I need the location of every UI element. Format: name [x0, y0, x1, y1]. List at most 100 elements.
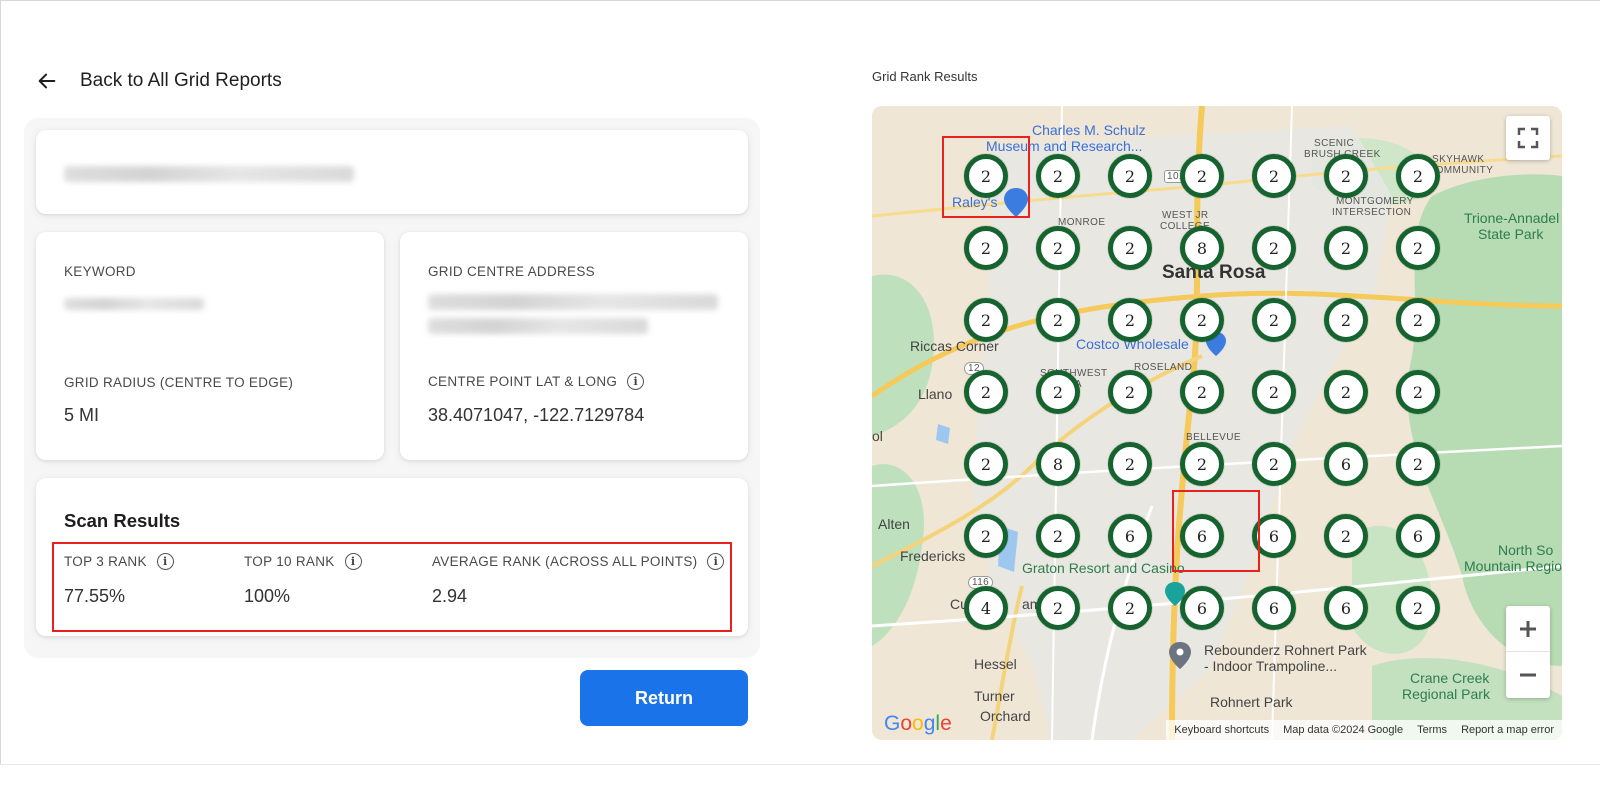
rank-marker-r2-c1[interactable]: 2 — [964, 226, 1008, 270]
rank-marker-r3-c3[interactable]: 2 — [1108, 298, 1152, 342]
map-label: Graton Resort and Casino — [1022, 560, 1185, 576]
rank-marker-r4-c6[interactable]: 2 — [1324, 370, 1368, 414]
map-label: INTERSECTION — [1332, 207, 1412, 218]
map-label: ol — [872, 428, 883, 444]
rank-marker-r4-c7[interactable]: 2 — [1396, 370, 1440, 414]
marker-highlight-top-left — [942, 136, 1030, 218]
rank-marker-r4-c3[interactable]: 2 — [1108, 370, 1152, 414]
plus-icon — [1520, 620, 1536, 637]
address-label: GRID CENTRE ADDRESS — [428, 264, 595, 279]
rank-marker-r5-c3[interactable]: 2 — [1108, 442, 1152, 486]
keyboard-shortcuts-link[interactable]: Keyboard shortcuts — [1174, 724, 1269, 736]
map-label: Trione-Annadel — [1464, 210, 1560, 226]
rank-marker-r7-c7[interactable]: 2 — [1396, 586, 1440, 630]
rank-marker-r5-c2[interactable]: 8 — [1036, 442, 1080, 486]
address-card: GRID CENTRE ADDRESS CENTRE POINT LAT & L… — [400, 232, 748, 460]
back-link-label: Back to All Grid Reports — [80, 70, 282, 91]
map-label: WEST JR — [1162, 210, 1209, 221]
rank-marker-r1-c6[interactable]: 2 — [1324, 154, 1368, 198]
keyword-label: KEYWORD — [64, 264, 136, 279]
latlong-label: CENTRE POINT LAT & LONG — [428, 374, 618, 389]
fullscreen-icon — [1517, 127, 1539, 149]
map-label: Fredericks — [900, 548, 966, 564]
minus-icon — [1520, 673, 1536, 677]
rank-marker-r2-c5[interactable]: 2 — [1252, 226, 1296, 270]
rank-marker-r5-c1[interactable]: 2 — [964, 442, 1008, 486]
keyword-card: KEYWORD GRID RADIUS (CENTRE TO EDGE) 5 M… — [36, 232, 384, 460]
rank-marker-r7-c1[interactable]: 4 — [964, 586, 1008, 630]
map-label: Mountain Regiona — [1464, 558, 1562, 574]
scan-results-title: Scan Results — [64, 510, 181, 531]
map-label: Turner — [974, 688, 1015, 704]
map-label: SCENIC — [1314, 138, 1355, 149]
info-icon[interactable]: i — [627, 373, 645, 390]
rank-marker-r4-c2[interactable]: 2 — [1036, 370, 1080, 414]
rank-marker-r2-c6[interactable]: 2 — [1324, 226, 1368, 270]
map-label: Hessel — [974, 656, 1017, 672]
arrow-left-icon — [38, 73, 56, 89]
rank-marker-r3-c6[interactable]: 2 — [1324, 298, 1368, 342]
marker-highlight-center — [1172, 490, 1260, 572]
rank-marker-r6-c2[interactable]: 2 — [1036, 514, 1080, 558]
rank-marker-r3-c2[interactable]: 2 — [1036, 298, 1080, 342]
fullscreen-button[interactable] — [1506, 116, 1550, 160]
map-label: Orchard — [980, 708, 1031, 724]
rank-marker-r4-c4[interactable]: 2 — [1180, 370, 1224, 414]
map-title: Grid Rank Results — [872, 69, 978, 84]
redacted-business-name — [64, 166, 354, 182]
rank-marker-r3-c1[interactable]: 2 — [964, 298, 1008, 342]
rank-marker-r7-c3[interactable]: 2 — [1108, 586, 1152, 630]
terms-link[interactable]: Terms — [1417, 724, 1447, 736]
latlong-label-row: CENTRE POINT LAT & LONG i — [428, 373, 645, 390]
rank-marker-r1-c2[interactable]: 2 — [1036, 154, 1080, 198]
rank-marker-r3-c7[interactable]: 2 — [1396, 298, 1440, 342]
zoom-in-button[interactable] — [1506, 606, 1550, 652]
map-label: Rebounderz Rohnert Park — [1204, 642, 1367, 658]
rank-marker-r1-c5[interactable]: 2 — [1252, 154, 1296, 198]
rank-marker-r6-c7[interactable]: 6 — [1396, 514, 1440, 558]
rank-marker-r1-c3[interactable]: 2 — [1108, 154, 1152, 198]
rank-marker-r5-c7[interactable]: 2 — [1396, 442, 1440, 486]
rank-marker-r3-c5[interactable]: 2 — [1252, 298, 1296, 342]
back-link[interactable]: Back to All Grid Reports — [36, 66, 282, 96]
return-button[interactable]: Return — [580, 670, 748, 726]
rank-marker-r2-c4[interactable]: 8 — [1180, 226, 1224, 270]
rank-marker-r2-c3[interactable]: 2 — [1108, 226, 1152, 270]
map-label: Charles M. Schulz — [1032, 122, 1146, 138]
map-label: BELLEVUE — [1186, 432, 1241, 443]
redacted-address-line-1 — [428, 294, 718, 310]
business-card — [36, 130, 748, 214]
scan-results-highlight — [52, 542, 732, 632]
rank-marker-r7-c2[interactable]: 2 — [1036, 586, 1080, 630]
rank-marker-r7-c4[interactable]: 6 — [1180, 586, 1224, 630]
map-data-text: Map data ©2024 Google — [1283, 724, 1404, 736]
rank-marker-r6-c3[interactable]: 6 — [1108, 514, 1152, 558]
rank-marker-r1-c7[interactable]: 2 — [1396, 154, 1440, 198]
map-label: Alten — [878, 516, 910, 532]
map-attribution: Keyboard shortcuts Map data ©2024 Google… — [1166, 720, 1562, 740]
google-logo: Google — [884, 712, 952, 735]
map-label: Regional Park — [1402, 686, 1490, 702]
rank-marker-r5-c4[interactable]: 2 — [1180, 442, 1224, 486]
rank-marker-r7-c5[interactable]: 6 — [1252, 586, 1296, 630]
rank-marker-r4-c5[interactable]: 2 — [1252, 370, 1296, 414]
radius-label: GRID RADIUS (CENTRE TO EDGE) — [64, 375, 294, 390]
grid-rank-map[interactable]: Charles M. Schulz Museum and Research...… — [872, 106, 1562, 740]
report-map-error-link[interactable]: Report a map error — [1461, 724, 1554, 736]
rank-marker-r6-c6[interactable]: 2 — [1324, 514, 1368, 558]
map-label: North So — [1498, 542, 1554, 558]
rank-marker-r2-c7[interactable]: 2 — [1396, 226, 1440, 270]
zoom-out-button[interactable] — [1506, 652, 1550, 698]
rank-marker-r4-c1[interactable]: 2 — [964, 370, 1008, 414]
rank-marker-r6-c1[interactable]: 2 — [964, 514, 1008, 558]
rank-marker-r2-c2[interactable]: 2 — [1036, 226, 1080, 270]
map-label: SKYHAWK — [1432, 154, 1485, 165]
rank-marker-r1-c4[interactable]: 2 — [1180, 154, 1224, 198]
rank-marker-r7-c6[interactable]: 6 — [1324, 586, 1368, 630]
rank-marker-r5-c5[interactable]: 2 — [1252, 442, 1296, 486]
map-label: - Indoor Trampoline... — [1204, 658, 1338, 674]
map-label: Crane Creek — [1410, 670, 1490, 686]
rank-marker-r5-c6[interactable]: 6 — [1324, 442, 1368, 486]
rank-marker-r3-c4[interactable]: 2 — [1180, 298, 1224, 342]
radius-value: 5 MI — [64, 405, 100, 425]
